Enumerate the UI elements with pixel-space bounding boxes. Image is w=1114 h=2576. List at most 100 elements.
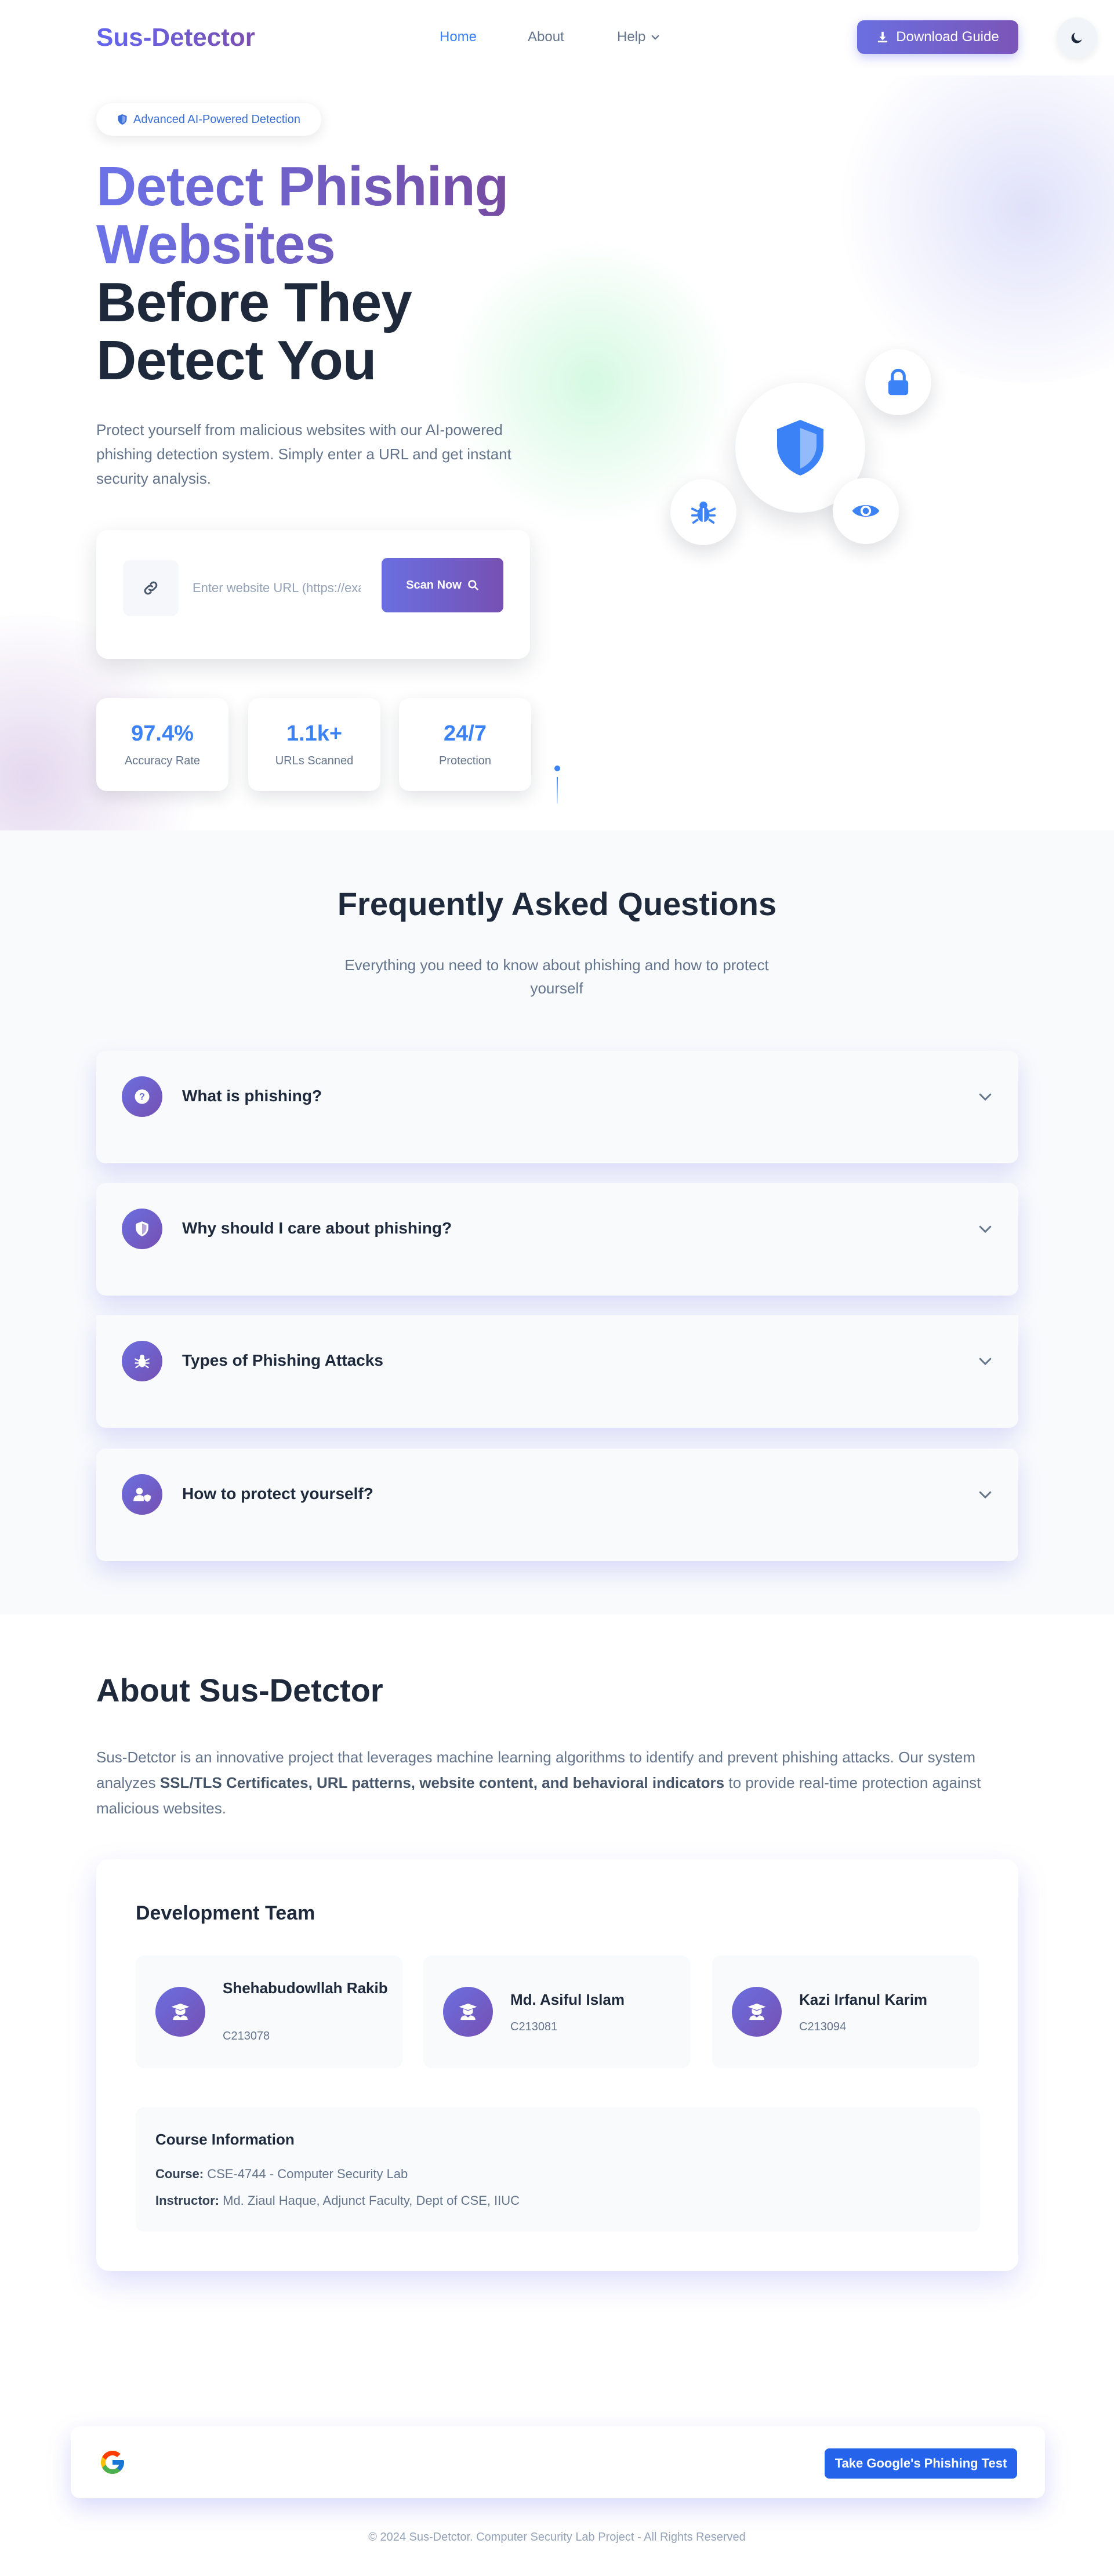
lock-orb bbox=[865, 349, 931, 415]
avatar bbox=[443, 1987, 493, 2037]
member-name: Shehabudowllah Rakib bbox=[223, 1979, 388, 1997]
hero-title-line: Detect You bbox=[96, 329, 377, 391]
bug-icon bbox=[691, 501, 716, 524]
lock-icon bbox=[888, 368, 909, 396]
faq-icon-wrap: ? bbox=[122, 1076, 162, 1117]
faq-title: Frequently Asked Questions bbox=[337, 886, 777, 922]
ai-badge: Advanced AI-Powered Detection bbox=[96, 103, 321, 136]
graduate-icon bbox=[171, 2003, 190, 2020]
eye-orb bbox=[833, 478, 899, 544]
hero-title: Detect Phishing Websites Before They Det… bbox=[96, 155, 509, 391]
stat-value: 1.1k+ bbox=[286, 721, 343, 746]
hero-title-line: Websites bbox=[96, 216, 508, 274]
chevron-down-icon bbox=[979, 1093, 992, 1101]
course-value: CSE-4744 - Computer Security Lab bbox=[204, 2167, 408, 2181]
faq-question: How to protect yourself? bbox=[182, 1485, 373, 1503]
course-line: Course: CSE-4744 - Computer Security Lab bbox=[155, 2167, 408, 2182]
course-label: Course: bbox=[155, 2167, 204, 2181]
moon-icon bbox=[1071, 32, 1082, 43]
member-id: C213078 bbox=[223, 2030, 270, 2042]
chevron-down-icon bbox=[651, 35, 659, 40]
graduate-icon bbox=[747, 2003, 766, 2020]
faq-item-protect-yourself[interactable]: How to protect yourself? bbox=[96, 1449, 1018, 1561]
avatar bbox=[732, 1987, 782, 2037]
faq-question: Types of Phishing Attacks bbox=[182, 1351, 383, 1369]
stat-value: 97.4% bbox=[131, 721, 194, 746]
bug-orb bbox=[670, 479, 736, 545]
stat-label: Protection bbox=[438, 754, 492, 767]
chevron-down-icon bbox=[979, 1358, 992, 1366]
faq-item-what-is-phishing[interactable]: ? What is phishing? bbox=[96, 1051, 1018, 1163]
faq-item-why-care[interactable]: Why should I care about phishing? bbox=[96, 1183, 1018, 1296]
about-description: Sus-Detctor is an innovative project tha… bbox=[96, 1744, 1018, 1821]
about-desc-highlight: SSL/TLS Certificates, URL patterns, webs… bbox=[159, 1774, 725, 1791]
search-icon bbox=[468, 580, 478, 590]
question-circle-icon: ? bbox=[135, 1089, 150, 1104]
faq-item-attack-types[interactable]: Types of Phishing Attacks bbox=[96, 1315, 1018, 1428]
member-id: C213081 bbox=[510, 2020, 558, 2033]
about-section: About Sus-Detctor Sus-Detctor is an inno… bbox=[0, 1614, 1114, 2368]
scan-button-label: Scan Now bbox=[406, 578, 462, 592]
team-member-card: Md. Asiful Islam C213081 bbox=[423, 1955, 690, 2068]
top-navbar: Sus-Detector Home About Help Download Gu… bbox=[0, 0, 1114, 75]
shield-icon bbox=[136, 1221, 148, 1236]
nav-link-home[interactable]: Home bbox=[440, 29, 477, 45]
badge-label: Advanced AI-Powered Detection bbox=[133, 113, 300, 126]
url-input[interactable] bbox=[193, 566, 361, 610]
stat-card-protection: 24/7 Protection bbox=[399, 698, 531, 791]
faq-icon-wrap bbox=[122, 1209, 162, 1249]
team-title: Development Team bbox=[136, 1902, 315, 1924]
link-icon-box bbox=[123, 560, 179, 616]
svg-text:?: ? bbox=[139, 1092, 145, 1102]
stat-card-accuracy: 97.4% Accuracy Rate bbox=[96, 698, 228, 791]
download-button-label: Download Guide bbox=[896, 29, 999, 45]
faq-question: What is phishing? bbox=[182, 1087, 322, 1105]
google-phishing-test-bar: Take Google's Phishing Test bbox=[71, 2426, 1045, 2498]
instructor-value: Md. Ziaul Haque, Adjunct Faculty, Dept o… bbox=[219, 2193, 520, 2208]
footer-copyright: © 2024 Sus-Detctor. Computer Security La… bbox=[368, 2531, 746, 2544]
scroll-indicator-line bbox=[557, 777, 558, 804]
avatar bbox=[155, 1987, 205, 2037]
course-info-box: Course Information Course: CSE-4744 - Co… bbox=[136, 2107, 980, 2232]
scroll-indicator-dot bbox=[554, 765, 560, 771]
google-logo-icon bbox=[101, 2451, 124, 2474]
user-shield-icon bbox=[133, 1487, 151, 1502]
instructor-label: Instructor: bbox=[155, 2193, 219, 2208]
dark-mode-toggle[interactable] bbox=[1057, 17, 1097, 58]
shield-icon bbox=[118, 114, 127, 125]
nav-dropdown-help[interactable]: Help bbox=[617, 29, 661, 45]
member-name: Kazi Irfanul Karim bbox=[799, 1991, 928, 2008]
download-guide-button[interactable]: Download Guide bbox=[857, 20, 1018, 54]
link-icon bbox=[144, 581, 158, 595]
stat-card-urls-scanned: 1.1k+ URLs Scanned bbox=[248, 698, 380, 791]
bug-icon bbox=[135, 1354, 150, 1369]
url-scan-card: Scan Now bbox=[96, 530, 530, 659]
faq-subtitle: Everything you need to know about phishi… bbox=[344, 956, 769, 997]
hero-title-line: Before They bbox=[96, 271, 412, 333]
member-name: Md. Asiful Islam bbox=[510, 1991, 625, 2008]
hero-section: Advanced AI-Powered Detection Detect Phi… bbox=[0, 0, 1114, 830]
member-id: C213094 bbox=[799, 2020, 847, 2033]
faq-question: Why should I care about phishing? bbox=[182, 1219, 452, 1237]
stat-label: URLs Scanned bbox=[275, 754, 354, 767]
nav-link-about[interactable]: About bbox=[528, 29, 564, 45]
hero-title-line: Detect Phishing bbox=[96, 155, 509, 217]
hero-description: Protect yourself from malicious websites… bbox=[96, 421, 511, 487]
google-phishing-test-button[interactable]: Take Google's Phishing Test bbox=[825, 2448, 1017, 2479]
faq-icon-wrap bbox=[122, 1341, 162, 1381]
scan-now-button[interactable]: Scan Now bbox=[382, 558, 503, 612]
stat-label: Accuracy Rate bbox=[124, 754, 201, 767]
shield-icon bbox=[777, 420, 823, 476]
faq-section: Frequently Asked Questions Everything yo… bbox=[0, 830, 1114, 1614]
instructor-line: Instructor: Md. Ziaul Haque, Adjunct Fac… bbox=[155, 2193, 520, 2208]
chevron-down-icon bbox=[979, 1225, 992, 1233]
development-team-card: Development Team Shehabudowllah Rakib C2… bbox=[96, 1859, 1018, 2271]
about-title: About Sus-Detctor bbox=[96, 1672, 383, 1708]
download-icon bbox=[878, 31, 888, 43]
faq-icon-wrap bbox=[122, 1474, 162, 1515]
team-member-card: Kazi Irfanul Karim C213094 bbox=[712, 1955, 979, 2068]
site-logo[interactable]: Sus-Detector bbox=[96, 23, 255, 52]
chevron-down-icon bbox=[979, 1491, 992, 1499]
decorative-blob bbox=[823, 35, 1114, 383]
nav-help-label: Help bbox=[617, 29, 646, 45]
